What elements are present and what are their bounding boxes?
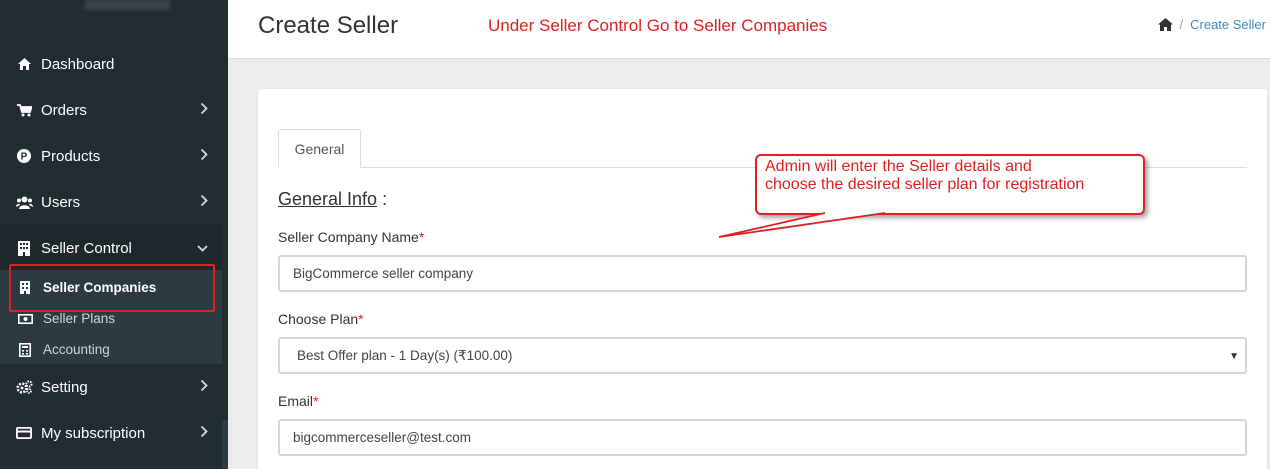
chevron-down-icon bbox=[197, 240, 208, 257]
plan-label: Choose Plan* bbox=[278, 311, 364, 327]
sidebar-item-label: Orders bbox=[41, 101, 87, 119]
sidebar-item-label: Products bbox=[41, 147, 101, 165]
sidebar-item-label: My subscription bbox=[41, 424, 146, 442]
required-marker: * bbox=[313, 393, 319, 409]
credit-card-icon bbox=[15, 427, 33, 439]
plan-label-text: Choose Plan bbox=[278, 311, 359, 327]
sidebar-item-label: Dashboard bbox=[41, 55, 115, 73]
sidebar-subitem-label: Accounting bbox=[43, 342, 110, 357]
chevron-right-icon bbox=[200, 194, 208, 211]
tab-general[interactable]: General bbox=[278, 129, 361, 168]
sidebar-item-orders[interactable]: Orders bbox=[0, 87, 222, 133]
company-name-value: BigCommerce seller company bbox=[293, 266, 474, 281]
sidebar-item-seller-control[interactable]: Seller Control bbox=[0, 225, 222, 271]
calculator-icon bbox=[17, 342, 33, 357]
cogs-icon bbox=[15, 380, 33, 394]
email-label: Email* bbox=[278, 393, 318, 409]
email-value: bigcommerceseller@test.com bbox=[293, 430, 472, 445]
required-marker: * bbox=[358, 311, 364, 327]
dashboard-icon bbox=[15, 58, 33, 70]
plan-select-value: Best Offer plan - 1 Day(s) (₹100.00) bbox=[297, 347, 513, 363]
sidebar-item-label: Seller Control bbox=[41, 239, 132, 257]
sidebar-item-setting[interactable]: Setting bbox=[0, 364, 222, 410]
section-title-text: General Info bbox=[278, 189, 378, 209]
annotation-callout: Admin will enter the Seller details and … bbox=[755, 154, 1145, 215]
sidebar-item-my-subscription[interactable]: My subscription bbox=[0, 410, 222, 456]
chevron-right-icon bbox=[200, 379, 208, 396]
building-icon bbox=[17, 281, 33, 294]
sidebar-item-users[interactable]: Users bbox=[0, 179, 222, 225]
product-icon: P bbox=[15, 149, 33, 163]
sidebar-subitem-label: Seller Companies bbox=[43, 280, 157, 295]
page-title: Create Seller bbox=[258, 12, 399, 39]
company-name-label: Seller Company Name* bbox=[278, 229, 424, 245]
chevron-right-icon bbox=[200, 425, 208, 442]
sidebar-item-products[interactable]: P Products bbox=[0, 133, 222, 179]
sidebar-subitem-label: Seller Plans bbox=[43, 311, 116, 326]
chevron-right-icon bbox=[200, 148, 208, 165]
plan-select[interactable]: Best Offer plan - 1 Day(s) (₹100.00) ▼ bbox=[278, 337, 1247, 374]
email-input[interactable]: bigcommerceseller@test.com bbox=[278, 419, 1247, 456]
home-icon[interactable] bbox=[1157, 18, 1173, 31]
section-title-colon: : bbox=[377, 189, 388, 209]
sidebar-subitem-seller-plans[interactable]: Seller Plans bbox=[0, 303, 222, 334]
form-card: General General Info : Seller Company Na… bbox=[258, 89, 1267, 469]
sidebar: Dashboard Orders P Products Users Seller… bbox=[0, 0, 228, 469]
caret-down-icon: ▼ bbox=[1229, 351, 1239, 362]
users-icon bbox=[15, 196, 33, 209]
company-name-label-text: Seller Company Name bbox=[278, 229, 419, 245]
cart-icon bbox=[15, 103, 33, 117]
breadcrumb-current[interactable]: Create Seller bbox=[1190, 17, 1266, 32]
callout-line-2: choose the desired seller plan for regis… bbox=[765, 176, 1085, 193]
sidebar-scrollbar-thumb[interactable] bbox=[222, 0, 228, 420]
breadcrumb: / Create Seller bbox=[1157, 17, 1266, 32]
chevron-right-icon bbox=[200, 102, 208, 119]
sidebar-subitem-seller-companies[interactable]: Seller Companies bbox=[0, 272, 222, 303]
svg-text:P: P bbox=[21, 152, 28, 163]
email-label-text: Email bbox=[278, 393, 314, 409]
building-icon bbox=[15, 240, 33, 256]
breadcrumb-separator: / bbox=[1179, 17, 1184, 32]
seller-control-submenu: Seller Companies Seller Plans Accounting bbox=[0, 270, 222, 364]
annotation-text: Under Seller Control Go to Seller Compan… bbox=[488, 16, 828, 35]
required-marker: * bbox=[418, 229, 425, 245]
content-header: Create Seller Under Seller Control Go to… bbox=[228, 0, 1270, 59]
company-name-input[interactable]: BigCommerce seller company bbox=[278, 255, 1247, 292]
sidebar-item-label: Users bbox=[41, 193, 81, 211]
app-logo[interactable] bbox=[85, 0, 170, 10]
sidebar-scrollbar[interactable] bbox=[222, 0, 228, 469]
section-title: General Info : bbox=[278, 189, 387, 210]
sidebar-item-dashboard[interactable]: Dashboard bbox=[0, 41, 222, 87]
money-icon bbox=[17, 313, 33, 324]
callout-line-1: Admin will enter the Seller details and bbox=[765, 158, 1032, 175]
sidebar-item-label: Setting bbox=[41, 378, 88, 396]
sidebar-subitem-accounting[interactable]: Accounting bbox=[0, 334, 222, 365]
